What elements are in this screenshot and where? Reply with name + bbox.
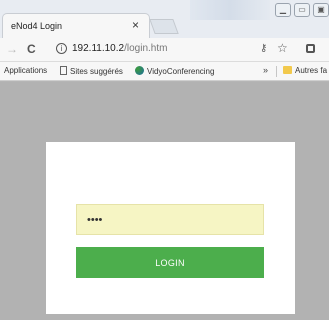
tab-title: eNod4 Login [11, 21, 63, 31]
reload-icon[interactable]: C [27, 42, 36, 56]
bookmark-suggested-sites[interactable]: Sites suggérés [60, 66, 123, 76]
bookmark-label: Applications [4, 66, 48, 75]
new-tab-button[interactable] [149, 19, 179, 34]
bookmark-label: Autres fa [295, 66, 328, 75]
bookmark-label: VidyoConferencing [147, 67, 215, 76]
titlebar-background [190, 0, 270, 20]
page-icon [60, 66, 67, 75]
password-input[interactable] [76, 204, 264, 235]
minimize-icon[interactable]: ▁ [275, 3, 291, 17]
info-icon[interactable]: i [56, 43, 67, 54]
restore-icon[interactable]: ▭ [294, 3, 310, 17]
url-text: 192.11.10.2/login.htm [72, 43, 167, 54]
bookmarks-divider [276, 66, 277, 77]
bookmarks-overflow-icon[interactable]: » [263, 65, 268, 75]
maximize-icon[interactable]: ▣ [313, 3, 329, 17]
bookmark-other[interactable]: Autres fa [283, 66, 327, 75]
globe-icon [135, 66, 144, 75]
extension-icon[interactable] [306, 44, 315, 53]
bookmark-vidyoconferencing[interactable]: VidyoConferencing [135, 66, 214, 76]
close-tab-icon[interactable]: × [132, 18, 139, 32]
bookmark-applications[interactable]: Applications [4, 66, 47, 75]
forward-icon[interactable]: → [6, 42, 18, 56]
address-bar[interactable]: i 192.11.10.2/login.htm [48, 41, 288, 58]
bookmark-label: Sites suggérés [70, 67, 123, 76]
browser-tab[interactable]: eNod4 Login × [2, 13, 150, 38]
browser-titlebar: eNod4 Login × ▁ ▭ ▣ [0, 0, 329, 38]
folder-icon [283, 66, 292, 74]
window-controls: ▁ ▭ ▣ [275, 3, 329, 17]
login-button[interactable]: LOGIN [76, 247, 264, 278]
star-icon[interactable]: ☆ [277, 41, 288, 55]
key-icon[interactable]: ⚷ [260, 43, 267, 54]
login-card: LOGIN [46, 142, 295, 314]
url-host: 192.11.10.2 [72, 43, 125, 54]
bookmarks-bar: Applications Sites suggérés VidyoConfere… [0, 62, 329, 81]
page-viewport: LOGIN [0, 82, 329, 320]
url-path: /login.htm [124, 43, 168, 54]
